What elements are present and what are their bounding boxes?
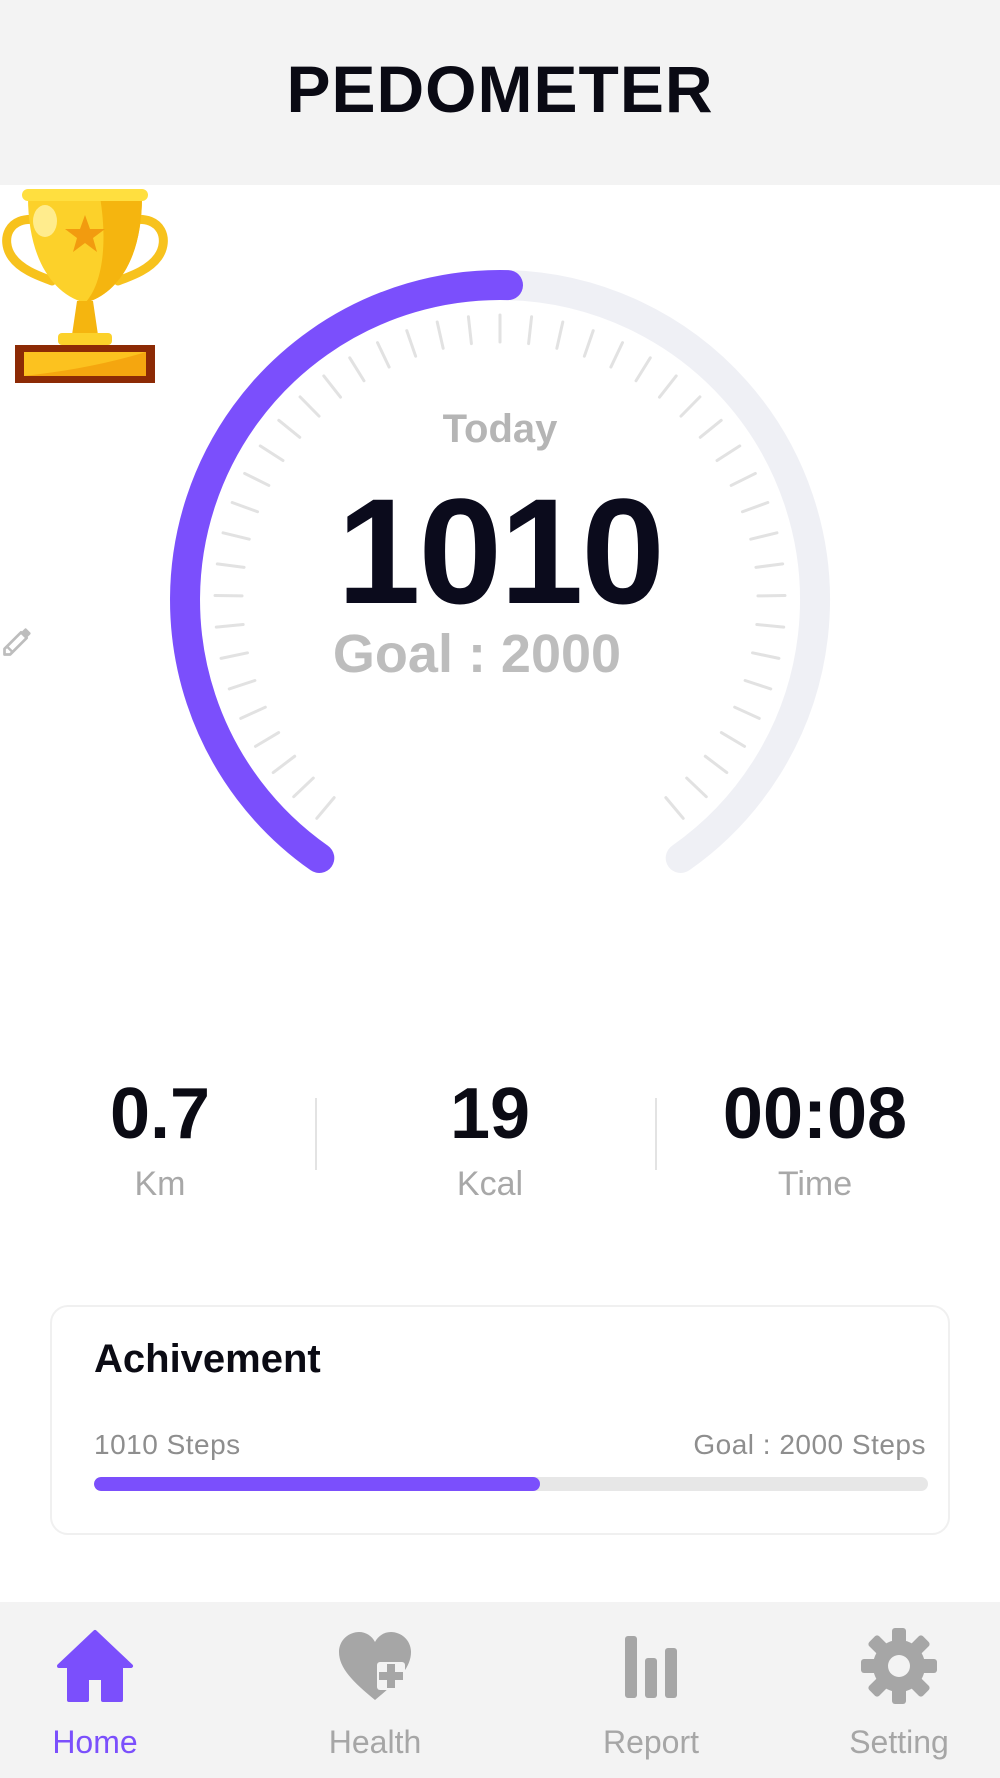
gauge-tick	[719, 731, 747, 748]
step-gauge: Today 1010 Goal : 2000	[0, 185, 1000, 1085]
gauge-tick	[239, 705, 267, 720]
calories-stat: 19 Kcal	[390, 1070, 590, 1206]
stats-divider	[315, 1098, 317, 1170]
step-count: 1010	[337, 467, 665, 635]
gauge-tick	[582, 329, 595, 358]
achievement-card: Achivement 1010 Steps Goal : 2000 Steps	[50, 1305, 950, 1535]
gauge-tick	[348, 356, 366, 383]
time-stat: 00:08 Time	[695, 1070, 935, 1206]
gauge-tick	[315, 796, 336, 820]
nav-report[interactable]: Report	[556, 1602, 746, 1778]
gauge-tick	[527, 315, 534, 346]
achievement-progress-track	[94, 1477, 928, 1491]
goal-steps-label: Goal : 2000 Steps	[693, 1429, 926, 1460]
pedometer-app: PEDOMETER Today 1010 Goal : 2000 0.7 Km …	[0, 0, 1000, 1778]
calories-value: 19	[449, 1074, 531, 1154]
gauge-tick	[703, 754, 729, 775]
distance-stat: 0.7 Km	[60, 1070, 260, 1206]
gauge-tick	[271, 754, 297, 775]
app-header: PEDOMETER	[0, 0, 1000, 185]
gauge-tick	[609, 341, 624, 369]
trophy-icon	[2, 189, 168, 383]
current-steps-label: 1010 Steps	[94, 1429, 241, 1460]
gauge-tick	[634, 356, 652, 383]
nav-home[interactable]: Home	[0, 1602, 190, 1778]
nav-home-label: Home	[52, 1724, 138, 1760]
today-label: Today	[442, 407, 558, 451]
achievement-progress-fill	[94, 1477, 541, 1491]
gauge-tick	[435, 320, 445, 350]
nav-report-label: Report	[602, 1724, 700, 1760]
stats-row: 0.7 Km 19 Kcal 00:08 Time	[0, 1070, 1000, 1210]
distance-unit: Km	[134, 1165, 186, 1203]
gauge-tick	[733, 705, 761, 720]
gauge-tick	[657, 374, 678, 399]
gauge-tick	[376, 341, 391, 369]
bottom-nav: Home Health Report Setting	[0, 1602, 1000, 1778]
distance-value: 0.7	[109, 1074, 211, 1154]
bar-chart-icon	[625, 1636, 677, 1698]
gauge-tick	[685, 776, 708, 799]
goal-label: Goal : 2000	[332, 624, 622, 684]
gauge-tick	[664, 796, 685, 820]
gear-icon	[861, 1628, 937, 1704]
gauge-tick	[292, 776, 315, 799]
calories-unit: Kcal	[456, 1165, 524, 1203]
time-unit: Time	[777, 1165, 853, 1203]
goal-row[interactable]: Goal : 2000	[0, 623, 1000, 685]
nav-health-label: Health	[328, 1724, 422, 1760]
nav-setting-label: Setting	[849, 1724, 949, 1760]
pencil-icon[interactable]	[3, 628, 667, 673]
nav-setting[interactable]: Setting	[804, 1602, 994, 1778]
stats-divider	[655, 1098, 657, 1170]
gauge-tick	[253, 731, 281, 748]
gauge-tick	[322, 374, 343, 399]
achievement-title: Achivement	[94, 1337, 321, 1381]
page-title: PEDOMETER	[286, 51, 714, 126]
time-value: 00:08	[722, 1074, 908, 1154]
gauge-tick	[405, 329, 418, 358]
nav-health[interactable]: Health	[280, 1602, 470, 1778]
gauge-tick	[555, 320, 565, 350]
home-icon	[57, 1630, 133, 1702]
gauge-tick	[466, 315, 473, 346]
heart-plus-icon	[339, 1632, 411, 1700]
